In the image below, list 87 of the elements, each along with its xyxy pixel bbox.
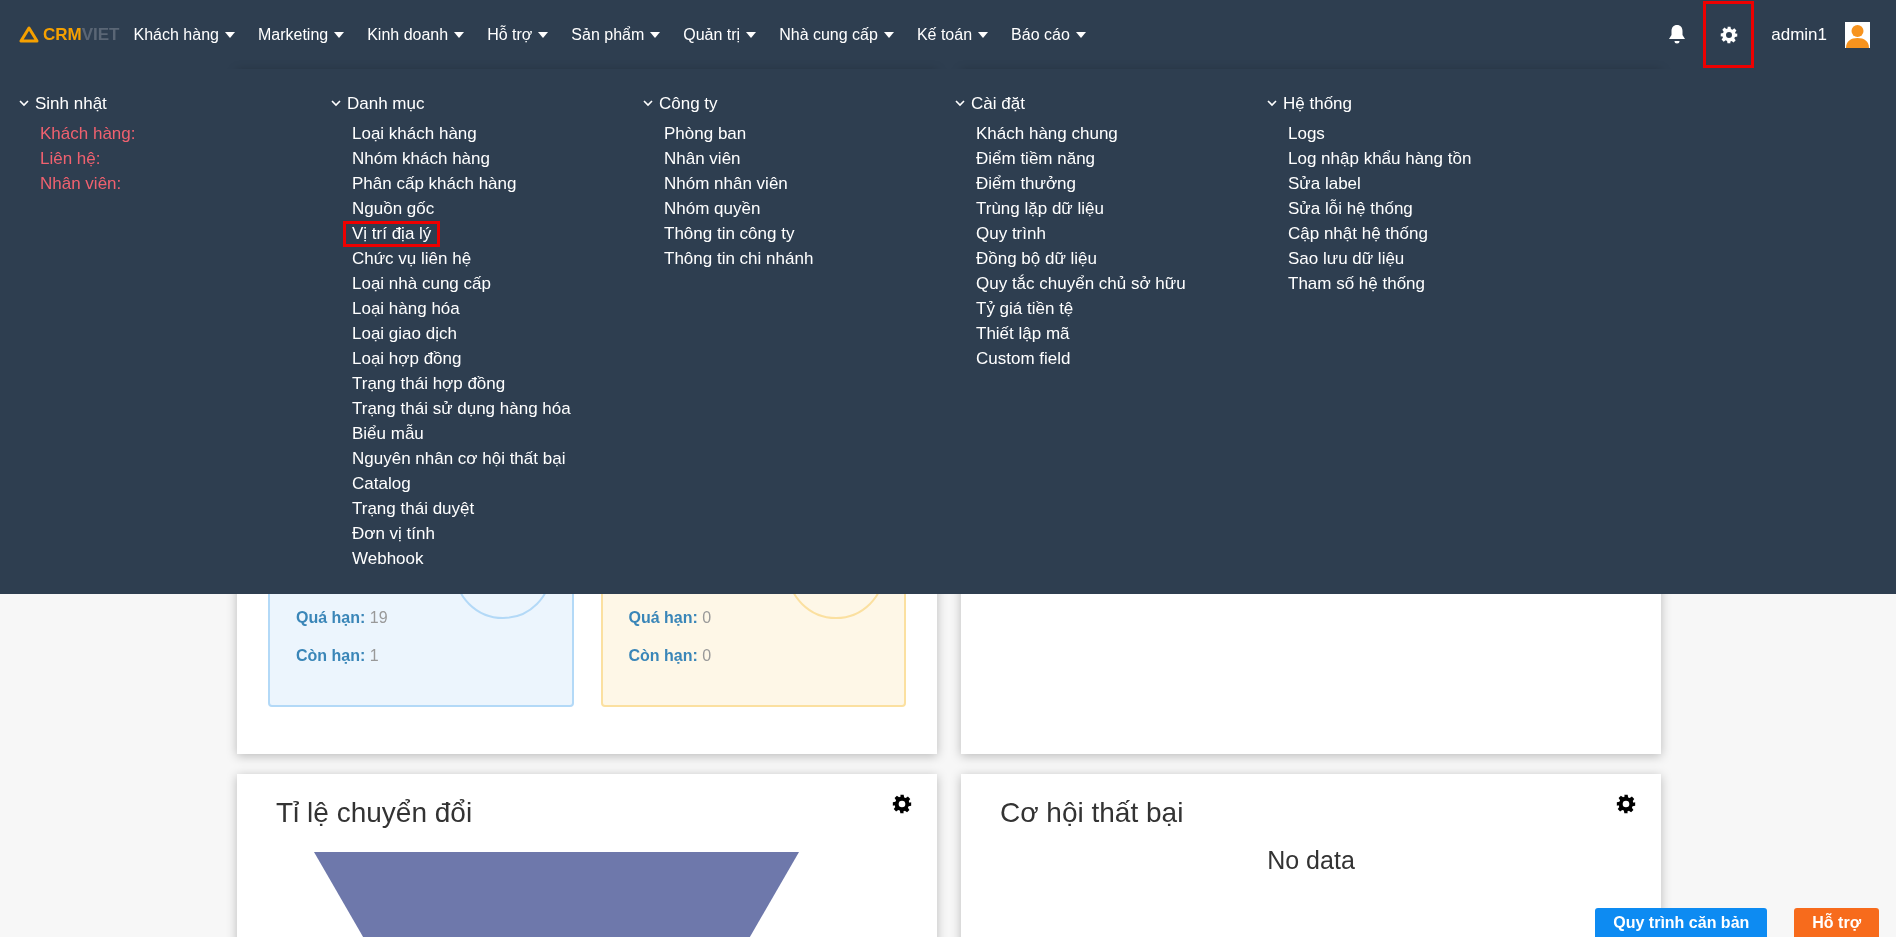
menu-item[interactable]: Phân cấp khách hàng	[346, 173, 523, 194]
menu-item[interactable]: Loại hàng hóa	[346, 298, 466, 319]
menu-item[interactable]: Phòng ban	[658, 123, 753, 144]
menu-section-title[interactable]: Sinh nhật	[19, 91, 331, 116]
menu-item[interactable]: Thông tin công ty	[658, 223, 801, 244]
menu-item[interactable]: Logs	[1282, 123, 1331, 144]
chevron-down-icon	[955, 100, 965, 107]
floating-button[interactable]: Quy trình căn bản	[1595, 908, 1768, 937]
menu-item[interactable]: Chức vụ liên hệ	[346, 248, 478, 269]
settings-button[interactable]	[1703, 1, 1755, 68]
menu-item[interactable]: Thiết lập mã	[970, 323, 1076, 344]
stat-text: Còn hạn: 1	[296, 646, 380, 666]
menu-item[interactable]: Quy tắc chuyển chủ sở hữu	[970, 273, 1192, 294]
menu-item[interactable]: Điểm tiềm năng	[970, 148, 1102, 169]
menu-item[interactable]: Loại giao dịch	[346, 323, 463, 344]
menu-item[interactable]: Webhook	[346, 548, 430, 569]
caret-icon	[538, 31, 549, 38]
caret-icon	[650, 31, 661, 38]
menu-item[interactable]: Trùng lặp dữ liệu	[970, 198, 1110, 219]
chevron-down-icon	[19, 100, 29, 107]
menu-section-title[interactable]: Hệ thống	[1267, 91, 1579, 116]
stat-text: Còn hạn: 0	[628, 646, 713, 666]
menu-item[interactable]: Nhóm nhân viên	[658, 173, 794, 194]
menu-item[interactable]: Trạng thái hợp đồng	[346, 373, 512, 394]
menu-item[interactable]: Custom field	[970, 348, 1077, 369]
menu-section-title[interactable]: Công ty	[643, 91, 955, 116]
menu-item[interactable]: Tỷ giá tiền tệ	[970, 298, 1080, 319]
stat-text: Quá hạn: 0	[628, 608, 713, 628]
caret-icon	[978, 31, 989, 38]
nav-menu-item[interactable]: Khách hàng	[133, 22, 235, 47]
nav-menu-item[interactable]: Kinh doanh	[367, 22, 465, 47]
nav-menu-item[interactable]: Nhà cung cấp	[779, 22, 894, 47]
menu-item[interactable]: Đơn vị tính	[346, 523, 441, 544]
menu-item[interactable]: Vị trí địa lý	[346, 223, 438, 244]
menu-item[interactable]: Nhân viên	[658, 148, 747, 169]
menu-item[interactable]: Nhân viên:	[34, 173, 128, 194]
caret-icon	[1075, 31, 1086, 38]
menu-item[interactable]: Trạng thái sử dụng hàng hóa	[346, 398, 577, 419]
settings-icon[interactable]	[892, 794, 912, 814]
menu-item[interactable]: Sao lưu dữ liệu	[1282, 248, 1411, 269]
menu-item[interactable]: Biểu mẫu	[346, 423, 430, 444]
nav-menu-item[interactable]: Sản phẩm	[571, 22, 661, 47]
caret-icon	[746, 31, 757, 38]
menu-item[interactable]: Loại khách hàng	[346, 123, 483, 144]
menu-item[interactable]: Trạng thái duyệt	[346, 498, 481, 519]
nav-menu-item[interactable]: Báo cáo	[1011, 22, 1086, 47]
menu-item[interactable]: Điểm thưởng	[970, 173, 1082, 194]
menu-section-title[interactable]: Danh mục	[331, 91, 643, 116]
menu-item[interactable]: Sửa lỗi hệ thống	[1282, 198, 1419, 219]
menu-item[interactable]: Loại hợp đồng	[346, 348, 468, 369]
menu-section-title[interactable]: Cài đặt	[955, 91, 1267, 116]
chevron-down-icon	[1267, 100, 1277, 107]
nav-menu-item[interactable]: Hỗ trợ	[487, 22, 549, 47]
logo-icon	[19, 25, 39, 44]
menu-item[interactable]: Catalog	[346, 473, 417, 494]
menu-item[interactable]: Loại nhà cung cấp	[346, 273, 497, 294]
nav-menu-item[interactable]: Quản trị	[683, 22, 757, 47]
user-name[interactable]: admin1	[1771, 21, 1827, 48]
stat-text: Quá hạn: 19	[296, 608, 389, 628]
avatar-icon[interactable]	[1845, 21, 1870, 48]
menu-item[interactable]: Log nhập khẩu hàng tồn	[1282, 148, 1478, 169]
menu-item[interactable]: Khách hàng chung	[970, 123, 1124, 144]
menu-item[interactable]: Khách hàng:	[34, 123, 142, 144]
settings-icon[interactable]	[1616, 794, 1636, 814]
caret-icon	[334, 31, 345, 38]
card-title: Cơ hội thất bại	[1000, 796, 1185, 830]
menu-item[interactable]: Quy trình	[970, 223, 1052, 244]
nav-menu-item[interactable]: Kế toán	[916, 22, 989, 47]
menu-item[interactable]: Nguyên nhân cơ hội thất bại	[346, 448, 572, 469]
empty-message: No data	[1266, 845, 1356, 876]
chevron-down-icon	[331, 100, 341, 107]
menu-item[interactable]: Thông tin chi nhánh	[658, 248, 820, 269]
menu-item[interactable]: Nhóm khách hàng	[346, 148, 496, 169]
menu-item[interactable]: Tham số hệ thống	[1282, 273, 1432, 294]
card-title: Tỉ lệ chuyển đổi	[276, 796, 474, 830]
menu-item[interactable]: Sửa label	[1282, 173, 1367, 194]
bell-icon[interactable]	[1667, 24, 1688, 45]
nav-menu-item[interactable]: Marketing	[257, 22, 345, 47]
caret-icon	[454, 31, 465, 38]
caret-icon	[883, 31, 894, 38]
menu-item[interactable]: Cập nhật hệ thống	[1282, 223, 1434, 244]
caret-icon	[224, 31, 235, 38]
settings-icon[interactable]	[1719, 25, 1738, 44]
menu-item[interactable]: Nguồn gốc	[346, 198, 441, 219]
chevron-down-icon	[643, 100, 653, 107]
menu-item[interactable]: Đồng bộ dữ liệu	[970, 248, 1104, 269]
menu-item[interactable]: Nhóm quyền	[658, 198, 767, 219]
